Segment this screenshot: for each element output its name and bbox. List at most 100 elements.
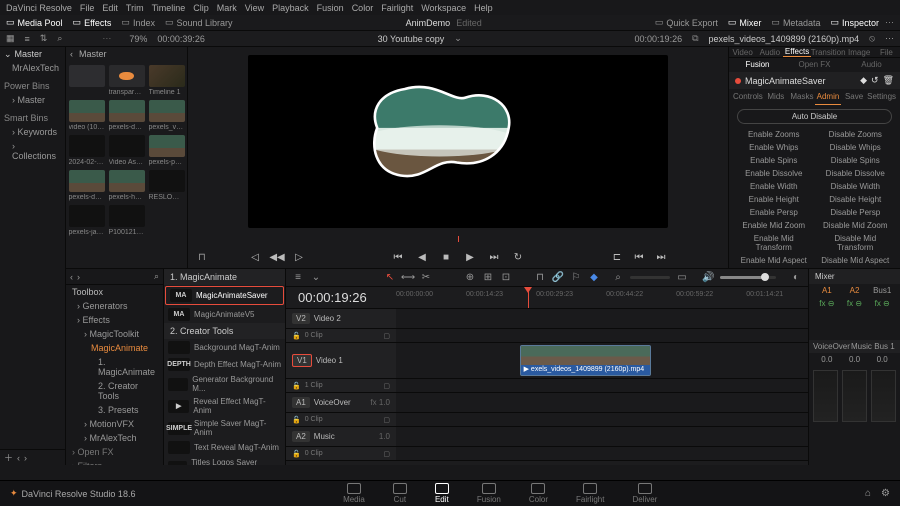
track-lane[interactable]: [396, 427, 808, 446]
toggle-enable[interactable]: Enable Zooms: [735, 128, 813, 141]
effects-button[interactable]: ▭Effects: [73, 17, 112, 28]
toggle-enable[interactable]: Enable Spins: [735, 154, 813, 167]
fx-tree-item[interactable]: 2. Creator Tools: [66, 379, 163, 403]
replace-icon[interactable]: ⊡: [500, 272, 512, 284]
toggle-disable[interactable]: Disable Mid Aspect: [817, 254, 895, 267]
av-icon[interactable]: ⧉: [692, 33, 698, 44]
add-icon[interactable]: ＋: [4, 451, 13, 464]
volume-slider[interactable]: [720, 276, 776, 279]
inspector-subtab[interactable]: Open FX: [786, 58, 843, 72]
inspector-button[interactable]: ▭Inspector: [830, 17, 879, 28]
media-thumbnail[interactable]: pexels-davi...: [109, 100, 145, 131]
inspector-nav-controls[interactable]: Controls: [733, 89, 763, 105]
page-fairlight[interactable]: Fairlight: [576, 483, 604, 504]
chevron-down-icon[interactable]: ⌄: [4, 49, 12, 60]
enable-dot-icon[interactable]: [735, 78, 741, 84]
lock-icon[interactable]: 🔓: [292, 450, 301, 458]
page-edit[interactable]: Edit: [435, 483, 449, 504]
toggle-enable[interactable]: Enable Dissolve: [735, 167, 813, 180]
mixer-value[interactable]: 0.0: [868, 355, 896, 364]
fx-tree-item[interactable]: › MrAlexTech: [66, 431, 163, 445]
toggle-enable[interactable]: Enable Width: [735, 180, 813, 193]
toolbox-header[interactable]: Toolbox: [66, 285, 163, 299]
inspector-nav-masks[interactable]: Masks: [789, 89, 815, 105]
lock-icon[interactable]: 🔓: [292, 332, 301, 340]
go-out-icon[interactable]: ⏭: [654, 250, 668, 264]
more-icon[interactable]: ⋯: [885, 17, 894, 28]
inspector-tab-effects[interactable]: Effects: [783, 47, 810, 57]
sound-library-button[interactable]: ▭Sound Library: [165, 17, 233, 28]
loop-icon[interactable]: ↻: [511, 250, 525, 264]
overwrite-icon[interactable]: ⊞: [482, 272, 494, 284]
fx-tree-item[interactable]: › Effects: [66, 313, 163, 327]
grid-icon[interactable]: ▦: [6, 33, 15, 44]
bin-item[interactable]: MrAlexTech: [0, 61, 65, 75]
inspector-nav-admin[interactable]: Admin: [815, 89, 841, 105]
fx-tree-item[interactable]: › MotionVFX: [66, 417, 163, 431]
media-pool-button[interactable]: ▭Media Pool: [6, 17, 63, 28]
chevron-down-icon[interactable]: ⌄: [454, 33, 462, 44]
fx-item[interactable]: Background MagT-Anim: [164, 339, 285, 356]
inspector-tab-image[interactable]: Image: [846, 47, 873, 57]
toggle-disable[interactable]: Disable Mid Zoom: [817, 219, 895, 232]
fx-item[interactable]: SIMPLESimple Saver MagT-Anim: [164, 417, 285, 439]
media-thumbnail[interactable]: [69, 65, 105, 96]
tl-options-icon[interactable]: ≡: [292, 272, 304, 284]
mute-icon[interactable]: ▢: [383, 332, 390, 340]
dim-icon[interactable]: ◐: [790, 272, 802, 284]
toggle-disable[interactable]: Disable Dissolve: [817, 167, 895, 180]
inspector-nav-settings[interactable]: Settings: [867, 89, 896, 105]
fx-item[interactable]: Generator Background M...: [164, 373, 285, 395]
bypass-icon[interactable]: ⦸: [869, 33, 875, 44]
home-icon[interactable]: ⌂: [865, 488, 871, 499]
track-name[interactable]: Video 2: [314, 314, 341, 323]
chevron-right-icon[interactable]: ›: [77, 272, 80, 282]
toggle-disable[interactable]: Disable Persp: [817, 206, 895, 219]
menu-file[interactable]: File: [80, 3, 95, 13]
media-thumbnail[interactable]: 2024-02-16 ...: [69, 135, 105, 166]
track-tag[interactable]: A2: [292, 431, 310, 442]
media-thumbnail[interactable]: P1001216....: [109, 205, 145, 236]
prev-frame-icon[interactable]: ◀: [415, 250, 429, 264]
selection-tool-icon[interactable]: ↖: [384, 272, 396, 284]
sort-icon[interactable]: ⇅: [40, 33, 48, 44]
viewer-canvas[interactable]: [248, 55, 668, 228]
insert-icon[interactable]: ⊕: [464, 272, 476, 284]
track-name[interactable]: VoiceOver: [314, 398, 351, 407]
fader[interactable]: [842, 370, 867, 422]
toggle-enable[interactable]: Enable Mid Transform: [735, 232, 813, 254]
menu-workspace[interactable]: Workspace: [421, 3, 466, 13]
metadata-button[interactable]: ▭Metadata: [771, 17, 820, 28]
inspector-subtab[interactable]: Fusion: [729, 58, 786, 72]
track-lane[interactable]: [396, 309, 808, 328]
media-thumbnail[interactable]: pexels-davi...: [69, 170, 105, 201]
fx-tree-item[interactable]: › Generators: [66, 299, 163, 313]
toggle-enable[interactable]: Enable Height: [735, 193, 813, 206]
speaker-icon[interactable]: 🔊: [702, 272, 714, 283]
reverse-icon[interactable]: ◀◀: [270, 250, 284, 264]
blade-tool-icon[interactable]: ✂: [420, 272, 432, 284]
toggle-disable[interactable]: Disable Spins: [817, 154, 895, 167]
chevron-left-icon[interactable]: ‹: [17, 453, 20, 463]
bin-breadcrumb[interactable]: Master: [79, 49, 107, 59]
lock-icon[interactable]: 🔓: [292, 416, 301, 424]
bin-item[interactable]: › Collections: [0, 139, 65, 163]
go-in-icon[interactable]: ⏮: [632, 250, 646, 264]
toggle-enable[interactable]: Enable Whips: [735, 141, 813, 154]
first-frame-icon[interactable]: ⏮: [391, 250, 405, 264]
back-icon[interactable]: ‹: [70, 49, 73, 59]
link-icon[interactable]: 🔗: [552, 272, 564, 284]
chevron-right-icon[interactable]: ›: [24, 453, 27, 463]
fx-tree-item[interactable]: › Filters: [66, 459, 163, 465]
menu-view[interactable]: View: [245, 3, 264, 13]
toggle-disable[interactable]: Disable Width: [817, 180, 895, 193]
menu-trim[interactable]: Trim: [126, 3, 144, 13]
keyframe-icon[interactable]: ◆: [860, 75, 867, 86]
zoom-slider[interactable]: [630, 276, 670, 279]
toggle-disable[interactable]: Disable Whips: [817, 141, 895, 154]
mixer-button[interactable]: ▭Mixer: [728, 17, 762, 28]
menu-playback[interactable]: Playback: [272, 3, 309, 13]
chevron-left-icon[interactable]: ‹: [70, 272, 73, 282]
inspector-tab-audio[interactable]: Audio: [756, 47, 783, 57]
toggle-enable[interactable]: Enable Mid Zoom: [735, 219, 813, 232]
